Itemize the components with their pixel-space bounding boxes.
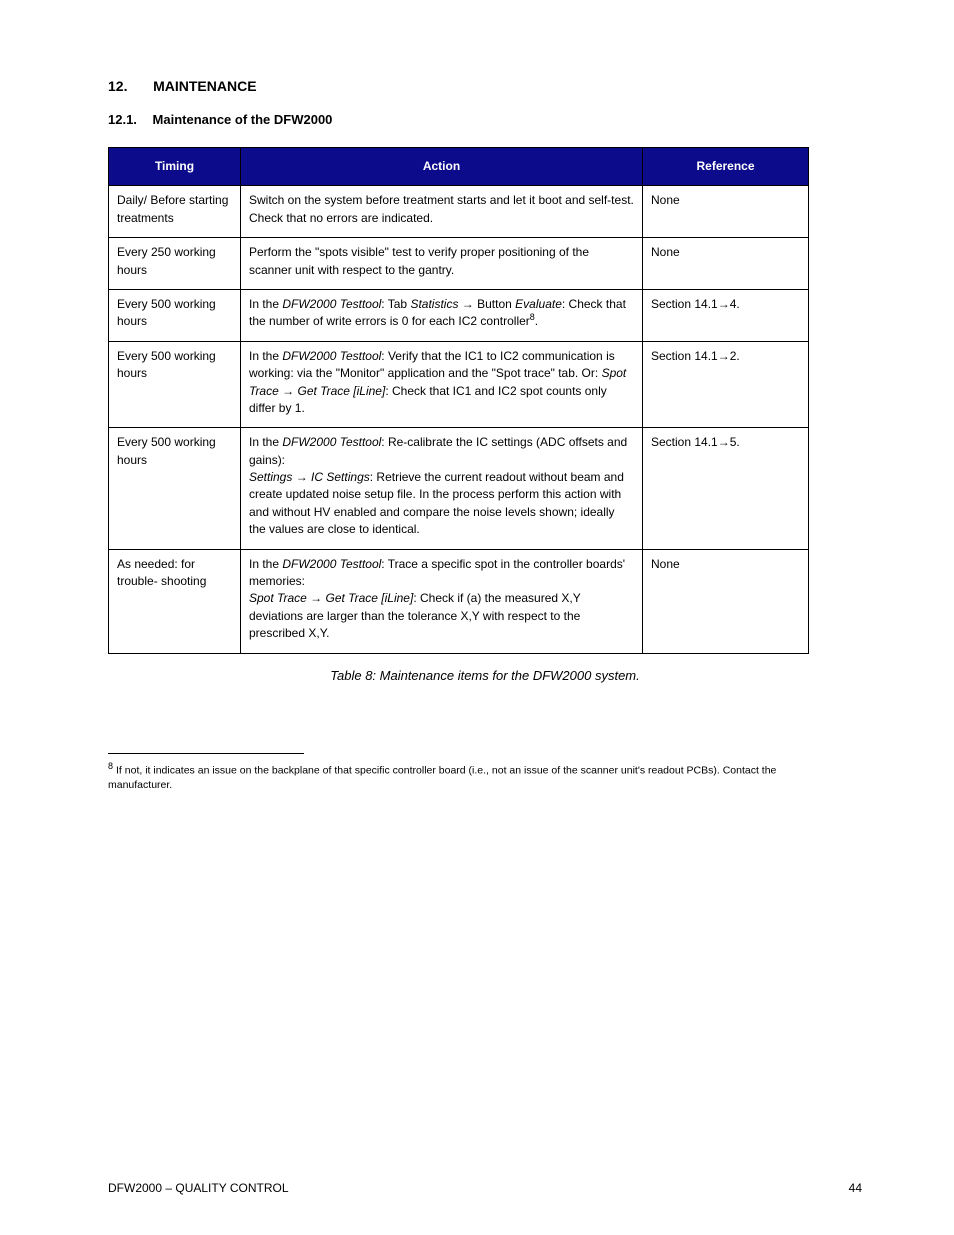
cell-action: In the DFW2000 Testtool: Trace a specifi… [241, 549, 643, 653]
cell-action: In the DFW2000 Testtool: Re-calibrate th… [241, 428, 643, 549]
table-row: Every 250 working hoursPerform the "spot… [109, 238, 809, 290]
cell-action: Perform the "spots visible" test to veri… [241, 238, 643, 290]
cell-reference: None [643, 186, 809, 238]
cell-reference: None [643, 549, 809, 653]
col-header-action: Action [241, 148, 643, 186]
cell-reference: Section 14.1→2. [643, 341, 809, 428]
footnote-text: If not, it indicates an issue on the bac… [108, 764, 776, 791]
cell-timing: Every 500 working hours [109, 341, 241, 428]
footer-left: DFW2000 – QUALITY CONTROL [108, 1181, 289, 1195]
cell-reference: None [643, 238, 809, 290]
cell-reference: Section 14.1→4. [643, 289, 809, 341]
subsection-header: 12.1. Maintenance of the DFW2000 [108, 112, 862, 127]
section-number: 12. [108, 78, 127, 94]
cell-action: Switch on the system before treatment st… [241, 186, 643, 238]
subsection-title: Maintenance of the DFW2000 [153, 112, 333, 127]
table-row: Daily/ Before starting treatmentsSwitch … [109, 186, 809, 238]
cell-action: In the DFW2000 Testtool: Verify that the… [241, 341, 643, 428]
cell-timing: Every 250 working hours [109, 238, 241, 290]
table-header-row: Timing Action Reference [109, 148, 809, 186]
table-row: As needed: for trouble- shootingIn the D… [109, 549, 809, 653]
subsection-number: 12.1. [108, 112, 137, 127]
table-row: Every 500 working hoursIn the DFW2000 Te… [109, 341, 809, 428]
footnote-number: 8 [108, 761, 113, 771]
cell-timing: As needed: for trouble- shooting [109, 549, 241, 653]
page-footer: DFW2000 – QUALITY CONTROL 44 [108, 1181, 862, 1195]
table-row: Every 500 working hoursIn the DFW2000 Te… [109, 289, 809, 341]
cell-timing: Every 500 working hours [109, 289, 241, 341]
cell-timing: Daily/ Before starting treatments [109, 186, 241, 238]
section-header: 12. MAINTENANCE [108, 78, 862, 94]
cell-reference: Section 14.1→5. [643, 428, 809, 549]
footnote: 8If not, it indicates an issue on the ba… [108, 760, 808, 793]
footer-right: 44 [849, 1181, 862, 1195]
cell-timing: Every 500 working hours [109, 428, 241, 549]
table-row: Every 500 working hoursIn the DFW2000 Te… [109, 428, 809, 549]
col-header-reference: Reference [643, 148, 809, 186]
table-caption: Table 8: Maintenance items for the DFW20… [108, 668, 862, 683]
footnote-separator [108, 753, 304, 754]
maintenance-table: Timing Action Reference Daily/ Before st… [108, 147, 809, 654]
col-header-timing: Timing [109, 148, 241, 186]
cell-action: In the DFW2000 Testtool: Tab Statistics … [241, 289, 643, 341]
section-title: MAINTENANCE [153, 78, 256, 94]
